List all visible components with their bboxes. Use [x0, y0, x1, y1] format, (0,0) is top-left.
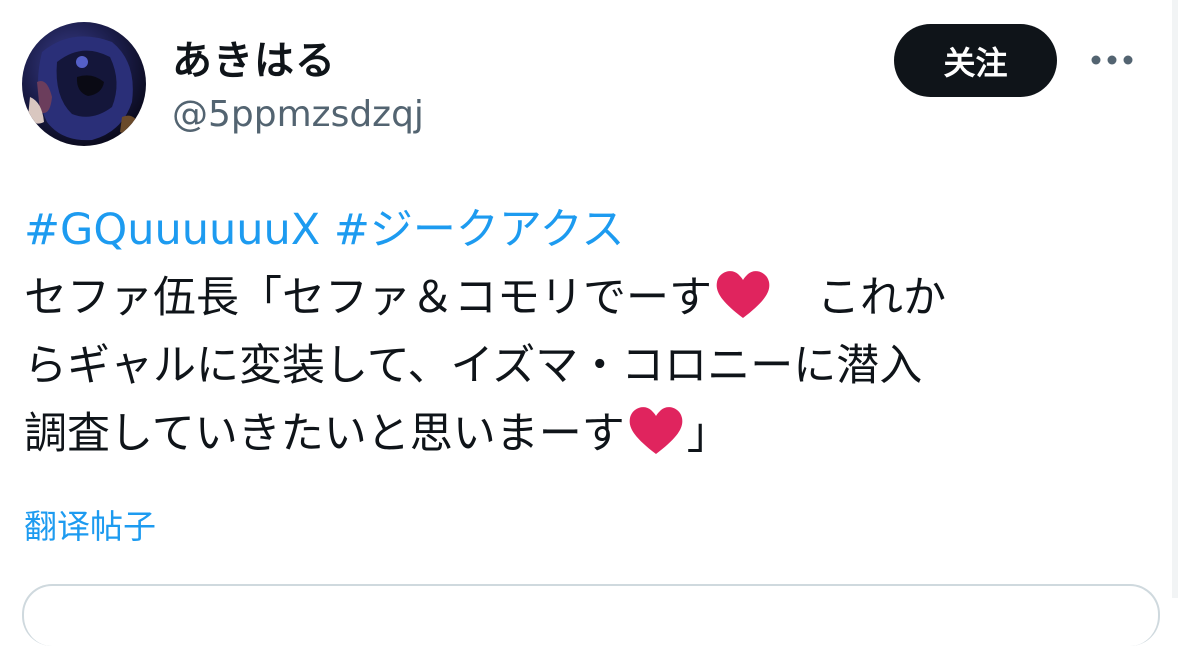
red-heart-icon [714, 268, 772, 320]
author-handle[interactable]: @5ppmzsdzqj [172, 94, 424, 135]
author-display-name[interactable]: あきはる [172, 28, 336, 86]
tweet-line: 調査していきたいと思いまーす 」 [24, 400, 1154, 468]
hashtag-link[interactable]: #GQuuuuuuX [24, 205, 320, 255]
tweet-text: #GQuuuuuuX #ジークアクス セファ伍長「セファ＆コモリでーす これか … [24, 196, 1154, 468]
more-horizontal-icon[interactable] [1088, 46, 1136, 74]
scrollbar-track [1172, 0, 1178, 598]
tweet-text-segment: 」 [686, 409, 730, 459]
avatar-image [28, 36, 140, 141]
hashtag-link[interactable]: #ジークアクス [334, 205, 625, 255]
tweet-text-segment: 調査していきたいと思いまーす [24, 409, 625, 459]
tweet-text-segment: セファ伍長「セファ＆コモリでーす [24, 273, 712, 323]
tweet-hashtag-line: #GQuuuuuuX #ジークアクス [24, 196, 1154, 264]
red-heart-icon [627, 404, 685, 456]
tweet-line: セファ伍長「セファ＆コモリでーす これか [24, 264, 1154, 332]
tweet-line: らギャルに変装して、イズマ・コロニーに潜入 [24, 332, 1154, 400]
tweet-text-segment: らギャルに変装して、イズマ・コロニーに潜入 [24, 341, 923, 391]
tweet-text-segment: これか [774, 273, 946, 323]
translate-post-link[interactable]: 翻译帖子 [24, 500, 156, 548]
follow-button[interactable]: 关注 [894, 24, 1057, 97]
avatar[interactable] [22, 22, 146, 146]
media-card[interactable] [22, 584, 1160, 646]
